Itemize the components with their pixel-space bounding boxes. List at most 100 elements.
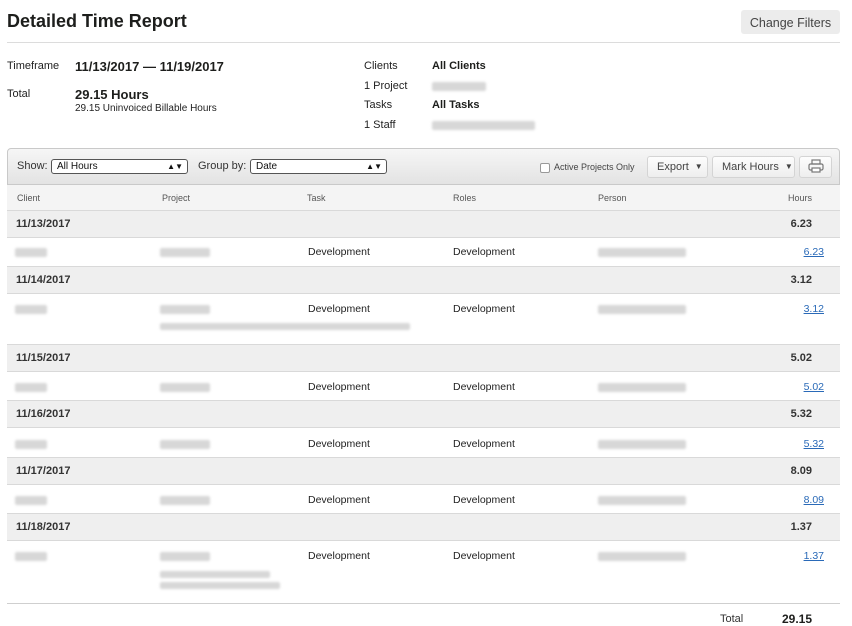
redacted-staff [432,121,535,130]
group-hours: 5.32 [790,408,812,420]
redacted-person [598,248,686,257]
caret-down-icon: ▼ [694,162,703,171]
mark-hours-button[interactable]: Mark Hours ▼ [712,156,795,178]
redacted-project [160,305,210,314]
col-client[interactable]: Client [17,193,40,203]
report-toolbar: Show: All Hours ▲▼ Group by: Date ▲▼ Act… [7,148,840,185]
group-date: 11/13/2017 [16,218,71,230]
clients-label: Clients [364,60,398,72]
date-group-row: 11/13/2017 6.23 [7,210,840,238]
role-cell: Development [453,438,515,450]
mark-hours-label: Mark Hours [722,161,779,173]
redacted-project [160,552,210,561]
date-group-row: 11/17/2017 8.09 [7,457,840,485]
page-header: Detailed Time Report Change Filters [7,10,840,43]
task-cell: Development [308,246,370,258]
redacted-project [432,82,486,91]
group-hours: 3.12 [790,274,812,286]
staff-label: 1 Staff [364,119,396,131]
timeframe-label: Timeframe [7,60,60,72]
show-select-value: All Hours [57,161,98,172]
redacted-person [598,383,686,392]
groupby-select[interactable]: Date ▲▼ [250,159,387,174]
hours-link[interactable]: 5.32 [804,438,824,450]
redacted-notes [160,323,410,330]
active-projects-label: Active Projects Only [554,162,635,172]
col-hours[interactable]: Hours [788,193,812,203]
redacted-project [160,496,210,505]
redacted-person [598,552,686,561]
hours-link[interactable]: 5.02 [804,381,824,393]
footer-total-label: Total [720,613,744,625]
clients-value: All Clients [432,60,486,72]
date-group-row: 11/15/2017 5.02 [7,344,840,372]
col-project[interactable]: Project [162,193,190,203]
group-date: 11/15/2017 [16,352,71,364]
active-projects-checkbox[interactable] [540,163,550,173]
hours-link[interactable]: 6.23 [804,246,824,258]
export-label: Export [657,161,689,173]
redacted-project [160,383,210,392]
redacted-notes [160,571,270,578]
role-cell: Development [453,246,515,258]
task-cell: Development [308,494,370,506]
project-label: 1 Project [364,80,408,92]
col-task[interactable]: Task [307,193,326,203]
date-group-row: 11/16/2017 5.32 [7,400,840,428]
task-cell: Development [308,381,370,393]
group-hours: 1.37 [790,521,812,533]
group-hours: 8.09 [790,465,812,477]
timeframe-value: 11/13/2017 — 11/19/2017 [75,59,224,74]
col-person[interactable]: Person [598,193,627,203]
redacted-client [15,305,47,314]
tasks-label: Tasks [364,99,393,111]
redacted-client [15,248,47,257]
redacted-person [598,440,686,449]
redacted-person [598,305,686,314]
hours-link[interactable]: 3.12 [804,303,824,315]
groupby-label: Group by: [198,160,247,172]
role-cell: Development [453,303,515,315]
role-cell: Development [453,494,515,506]
redacted-person [598,496,686,505]
hours-link[interactable]: 1.37 [804,550,824,562]
show-select[interactable]: All Hours ▲▼ [51,159,188,174]
task-cell: Development [308,550,370,562]
group-date: 11/16/2017 [16,408,71,420]
redacted-client [15,552,47,561]
date-group-row: 11/18/2017 1.37 [7,513,840,541]
print-button[interactable] [799,156,832,178]
redacted-notes [160,582,280,589]
date-group-row: 11/14/2017 3.12 [7,266,840,294]
export-button[interactable]: Export ▼ [647,156,708,178]
task-cell: Development [308,438,370,450]
task-cell: Development [308,303,370,315]
col-roles[interactable]: Roles [453,193,476,203]
tasks-value: All Tasks [432,99,480,111]
group-hours: 5.02 [790,352,812,364]
redacted-client [15,383,47,392]
role-cell: Development [453,381,515,393]
group-date: 11/17/2017 [16,465,71,477]
redacted-client [15,496,47,505]
select-arrows-icon: ▲▼ [366,162,382,171]
role-cell: Development [453,550,515,562]
redacted-project [160,440,210,449]
group-date: 11/14/2017 [16,274,71,286]
groupby-select-value: Date [256,161,278,172]
redacted-client [15,440,47,449]
footer-divider [7,603,840,604]
printer-icon [807,159,824,173]
show-label: Show: [17,160,48,172]
uninvoiced-hours: 29.15 Uninvoiced Billable Hours [75,103,217,114]
caret-down-icon: ▼ [784,162,793,171]
total-label: Total [7,88,31,100]
footer-total-value: 29.15 [781,612,812,626]
page-title: Detailed Time Report [7,11,187,31]
total-hours-value: 29.15 Hours [75,87,149,102]
hours-link[interactable]: 8.09 [804,494,824,506]
select-arrows-icon: ▲▼ [167,162,183,171]
group-date: 11/18/2017 [16,521,71,533]
change-filters-button[interactable]: Change Filters [741,10,840,34]
group-hours: 6.23 [790,218,812,230]
